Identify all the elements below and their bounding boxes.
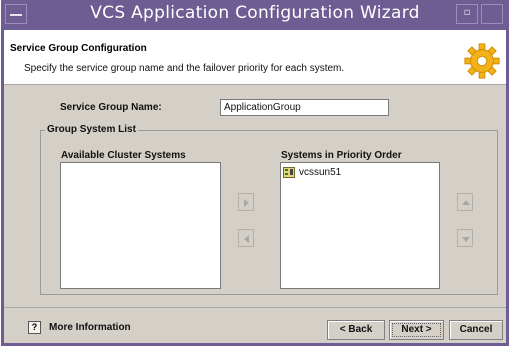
wizard-window: VCS Application Configuration Wizard ▫ S… bbox=[1, 0, 509, 346]
focus-outline bbox=[392, 323, 441, 337]
window-title: VCS Application Configuration Wizard bbox=[90, 3, 420, 23]
remove-system-button[interactable] bbox=[238, 229, 254, 247]
arrow-right-icon bbox=[244, 199, 249, 207]
wizard-header: Service Group Configuration Specify the … bbox=[4, 30, 506, 85]
move-down-button[interactable] bbox=[457, 229, 473, 247]
arrow-down-icon bbox=[462, 237, 470, 242]
priority-systems-list[interactable]: vcssun51 bbox=[280, 162, 440, 289]
group-system-list-legend: Group System List bbox=[45, 124, 138, 135]
arrow-up-icon bbox=[462, 200, 470, 205]
available-systems-label: Available Cluster Systems bbox=[61, 150, 186, 161]
gear-icon bbox=[464, 43, 500, 79]
page-subtitle: Specify the service group name and the f… bbox=[24, 63, 345, 74]
back-button[interactable]: < Back bbox=[327, 320, 385, 340]
move-up-button[interactable] bbox=[457, 193, 473, 211]
more-information-link[interactable]: More Information bbox=[49, 322, 131, 333]
maximize-icon[interactable] bbox=[481, 4, 503, 24]
server-icon bbox=[283, 166, 295, 178]
arrow-left-icon bbox=[244, 235, 249, 243]
cancel-button[interactable]: Cancel bbox=[449, 320, 503, 340]
list-item[interactable]: vcssun51 bbox=[283, 165, 341, 179]
minimize-icon[interactable]: ▫ bbox=[456, 4, 478, 24]
help-icon[interactable]: ? bbox=[28, 321, 41, 334]
page-title: Service Group Configuration bbox=[10, 43, 147, 54]
priority-systems-label: Systems in Priority Order bbox=[281, 150, 402, 161]
next-button[interactable]: Next > bbox=[389, 320, 444, 340]
system-name: vcssun51 bbox=[299, 166, 342, 178]
service-group-name-input[interactable]: ApplicationGroup bbox=[220, 99, 389, 116]
footer-separator bbox=[4, 307, 506, 308]
available-systems-list[interactable] bbox=[60, 162, 221, 289]
service-group-name-label: Service Group Name: bbox=[60, 102, 162, 113]
add-system-button[interactable] bbox=[238, 193, 254, 211]
title-bar: VCS Application Configuration Wizard ▫ bbox=[1, 0, 509, 30]
